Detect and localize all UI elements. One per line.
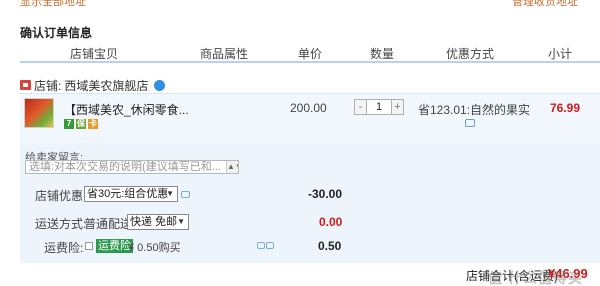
insurance-checkbox[interactable]	[85, 242, 93, 250]
shop-icon	[20, 80, 31, 90]
show-all-address-link[interactable]: 显示全部地址	[20, 0, 86, 9]
seven-day-return-icon[interactable]: 7	[64, 119, 74, 129]
credit-card-icon[interactable]: 卡	[88, 119, 98, 129]
shop-discount-selected: 省30元:组合优惠	[87, 188, 169, 200]
product-thumbnail[interactable]	[24, 98, 54, 128]
section-title: 确认订单信息	[20, 26, 93, 40]
insurance-help-icon[interactable]	[266, 242, 274, 249]
unit-price: 200.00	[290, 101, 327, 115]
shipping-label: 运送方式:	[35, 217, 87, 231]
shop-label: 店铺:	[34, 78, 62, 93]
insurance-info-icons	[257, 242, 275, 250]
col-quantity: 数量	[370, 47, 395, 61]
col-attributes: 商品属性	[200, 47, 249, 61]
col-subtotal: 小计	[548, 47, 573, 61]
chevron-down-icon: ▼	[166, 189, 174, 198]
shipping-selected: 快递 免邮	[130, 216, 178, 228]
shop-name-link[interactable]: 西域美农旗舰店	[64, 77, 148, 94]
service-badges: 7 保 卡	[64, 119, 98, 129]
insurance-info-icon[interactable]	[257, 242, 265, 249]
item-subtotal: 76.99	[549, 101, 580, 115]
col-promotion: 优惠方式	[446, 47, 495, 61]
shop-discount-select[interactable]: 省30元:组合优惠 ▼	[84, 186, 178, 202]
quantity-increase-button[interactable]: +	[391, 99, 404, 115]
column-header: 店铺宝贝 商品属性 单价 数量 优惠方式 小计	[20, 41, 600, 63]
wangwang-chat-icon[interactable]	[154, 79, 166, 91]
col-unit-price: 单价	[298, 47, 323, 61]
memo-placeholder: 选填:对本次交易的说明(建议填写已和...	[29, 161, 221, 173]
shop-row: 店铺: 西域美农旗舰店	[20, 76, 166, 94]
product-title-link[interactable]: 【西域美农_休闲零食...	[64, 101, 189, 118]
insurance-price-text: ¥ 0.50购买	[128, 242, 181, 254]
top-links: 显示全部地址 管理收货地址	[0, 0, 600, 8]
quantity-input[interactable]: 1	[367, 99, 391, 115]
shop-discount-label: 店铺优惠:	[35, 189, 87, 203]
promotion-text: 省123.01:自然的果实	[418, 103, 531, 117]
seller-memo-input[interactable]: 选填:对本次交易的说明(建议填写已和... ▲▼	[25, 160, 239, 174]
promotion-info-icon[interactable]	[465, 119, 475, 127]
shipping-amount: 0.00	[319, 215, 343, 229]
memo-scroll-icon[interactable]: ▲▼	[226, 161, 238, 173]
shipping-select[interactable]: 快递 免邮 ▼	[127, 214, 189, 230]
chevron-down-icon: ▼	[177, 217, 185, 226]
discount-info-icon[interactable]	[181, 191, 190, 198]
quantity-stepper: - 1 +	[354, 99, 404, 115]
insurance-label: 运费险:	[44, 241, 84, 255]
quantity-decrease-button[interactable]: -	[354, 99, 367, 115]
guarantee-icon[interactable]: 保	[76, 119, 86, 129]
shop-discount-amount: -30.00	[308, 187, 343, 201]
insurance-amount: 0.50	[318, 239, 342, 253]
manage-address-link[interactable]: 管理收货地址	[512, 0, 578, 9]
order-options-panel: 给卖家留言: 选填:对本次交易的说明(建议填写已和... ▲▼ 店铺优惠: 省3…	[20, 143, 600, 263]
col-shop-items: 店铺宝贝	[70, 47, 119, 61]
watermark-logo: 值 什么值得买	[488, 270, 583, 286]
shipping-method: 普通配送	[84, 217, 133, 231]
order-item-row: 【西域美农_休闲零食... 7 保 卡 200.00 - 1 + 省123.01…	[20, 93, 600, 143]
